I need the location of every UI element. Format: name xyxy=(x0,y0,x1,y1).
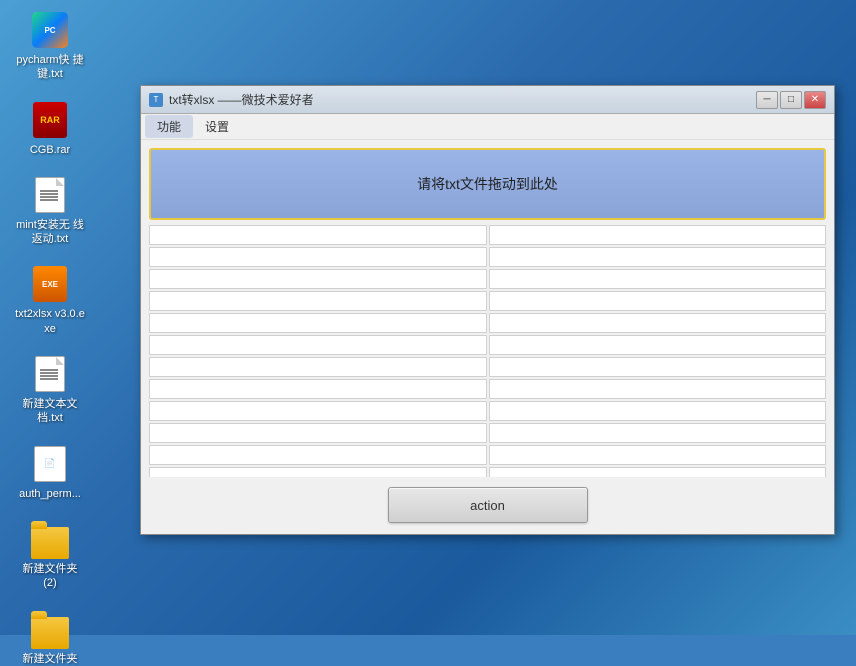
table-row xyxy=(149,379,826,399)
maximize-button[interactable]: □ xyxy=(780,91,802,109)
folder2-icon xyxy=(31,527,69,559)
menu-item-settings[interactable]: 设置 xyxy=(193,115,241,138)
table-cell-left xyxy=(149,291,487,311)
table-cell-right xyxy=(489,467,827,477)
table-row xyxy=(149,423,826,443)
table-row xyxy=(149,247,826,267)
new-txt-label: 新建文本文 档.txt xyxy=(15,397,85,426)
table-row xyxy=(149,357,826,377)
table-cell-left xyxy=(149,401,487,421)
desktop-icon-cgb-rar[interactable]: RAR CGB.rar xyxy=(15,100,85,157)
folder-icon xyxy=(31,617,69,649)
table-cell-right xyxy=(489,335,827,355)
table-cell-left xyxy=(149,357,487,377)
table-cell-left xyxy=(149,247,487,267)
desktop-icon-new-txt[interactable]: 新建文本文 档.txt xyxy=(15,354,85,426)
rar-icon: RAR xyxy=(33,102,67,138)
window-icon: T xyxy=(149,93,163,107)
table-row xyxy=(149,225,826,245)
table-cell-right xyxy=(489,291,827,311)
table-row xyxy=(149,291,826,311)
table-row xyxy=(149,401,826,421)
auth-perm-icon: 📄 xyxy=(34,446,66,482)
table-cell-left xyxy=(149,423,487,443)
table-cell-left xyxy=(149,225,487,245)
desktop-icon-pycharm[interactable]: PC pycharm快 捷键.txt xyxy=(15,10,85,82)
table-cell-left xyxy=(149,467,487,477)
table-cell-right xyxy=(489,247,827,267)
desktop-icon-mint[interactable]: mint安装无 线返动.txt xyxy=(15,175,85,247)
table-cell-left xyxy=(149,379,487,399)
table-row xyxy=(149,269,826,289)
window-titlebar: T txt转xlsx ——微技术爱好者 ─ □ ✕ xyxy=(141,86,834,114)
window-controls: ─ □ ✕ xyxy=(756,91,826,109)
table-cell-right xyxy=(489,379,827,399)
desktop-icon-new-folder[interactable]: 新建文件夹 xyxy=(15,609,85,666)
window-title: txt转xlsx ——微技术爱好者 xyxy=(169,91,756,108)
app-window: T txt转xlsx ——微技术爱好者 ─ □ ✕ 功能 设置 请将txt文件拖… xyxy=(140,85,835,535)
table-cell-right xyxy=(489,445,827,465)
new-folder2-label: 新建文件夹 (2) xyxy=(15,562,85,591)
desktop-icons: PC pycharm快 捷键.txt RAR CGB.rar mint安装无 线… xyxy=(15,10,85,666)
action-button[interactable]: action xyxy=(388,487,588,523)
drop-zone[interactable]: 请将txt文件拖动到此处 xyxy=(149,148,826,220)
table-area xyxy=(149,225,826,477)
table-cell-left xyxy=(149,269,487,289)
new-folder-label: 新建文件夹 xyxy=(23,652,78,666)
table-cell-left xyxy=(149,313,487,333)
auth-perm-label: auth_perm... xyxy=(19,487,81,501)
table-cell-right xyxy=(489,313,827,333)
desktop-icon-auth-perm[interactable]: 📄 auth_perm... xyxy=(15,444,85,501)
pycharm-icon: PC xyxy=(32,12,68,48)
txt2xlsx-label: txt2xlsx v3.0.exe xyxy=(15,307,85,336)
window-content: 请将txt文件拖动到此处 xyxy=(141,140,834,534)
table-cell-left xyxy=(149,335,487,355)
table-row xyxy=(149,467,826,477)
table-row xyxy=(149,335,826,355)
desktop-icon-new-folder2[interactable]: 新建文件夹 (2) xyxy=(15,519,85,591)
table-cell-right xyxy=(489,423,827,443)
table-cell-right xyxy=(489,357,827,377)
mint-label: mint安装无 线返动.txt xyxy=(15,218,85,247)
drop-zone-text: 请将txt文件拖动到此处 xyxy=(417,174,558,194)
window-menubar: 功能 设置 xyxy=(141,114,834,140)
desktop: PC pycharm快 捷键.txt RAR CGB.rar mint安装无 线… xyxy=(0,0,856,635)
table-row xyxy=(149,313,826,333)
desktop-icon-txt2xlsx[interactable]: EXE txt2xlsx v3.0.exe xyxy=(15,264,85,336)
table-cell-left xyxy=(149,445,487,465)
pycharm-label: pycharm快 捷键.txt xyxy=(15,53,85,82)
mint-txt-icon xyxy=(35,177,65,213)
table-cell-right xyxy=(489,401,827,421)
exe-icon: EXE xyxy=(33,266,67,302)
cgb-rar-label: CGB.rar xyxy=(30,143,70,157)
table-cell-right xyxy=(489,225,827,245)
table-cell-right xyxy=(489,269,827,289)
minimize-button[interactable]: ─ xyxy=(756,91,778,109)
menu-item-function[interactable]: 功能 xyxy=(145,115,193,138)
table-row xyxy=(149,445,826,465)
action-area: action xyxy=(149,482,826,526)
new-txt-icon xyxy=(35,356,65,392)
close-button[interactable]: ✕ xyxy=(804,91,826,109)
